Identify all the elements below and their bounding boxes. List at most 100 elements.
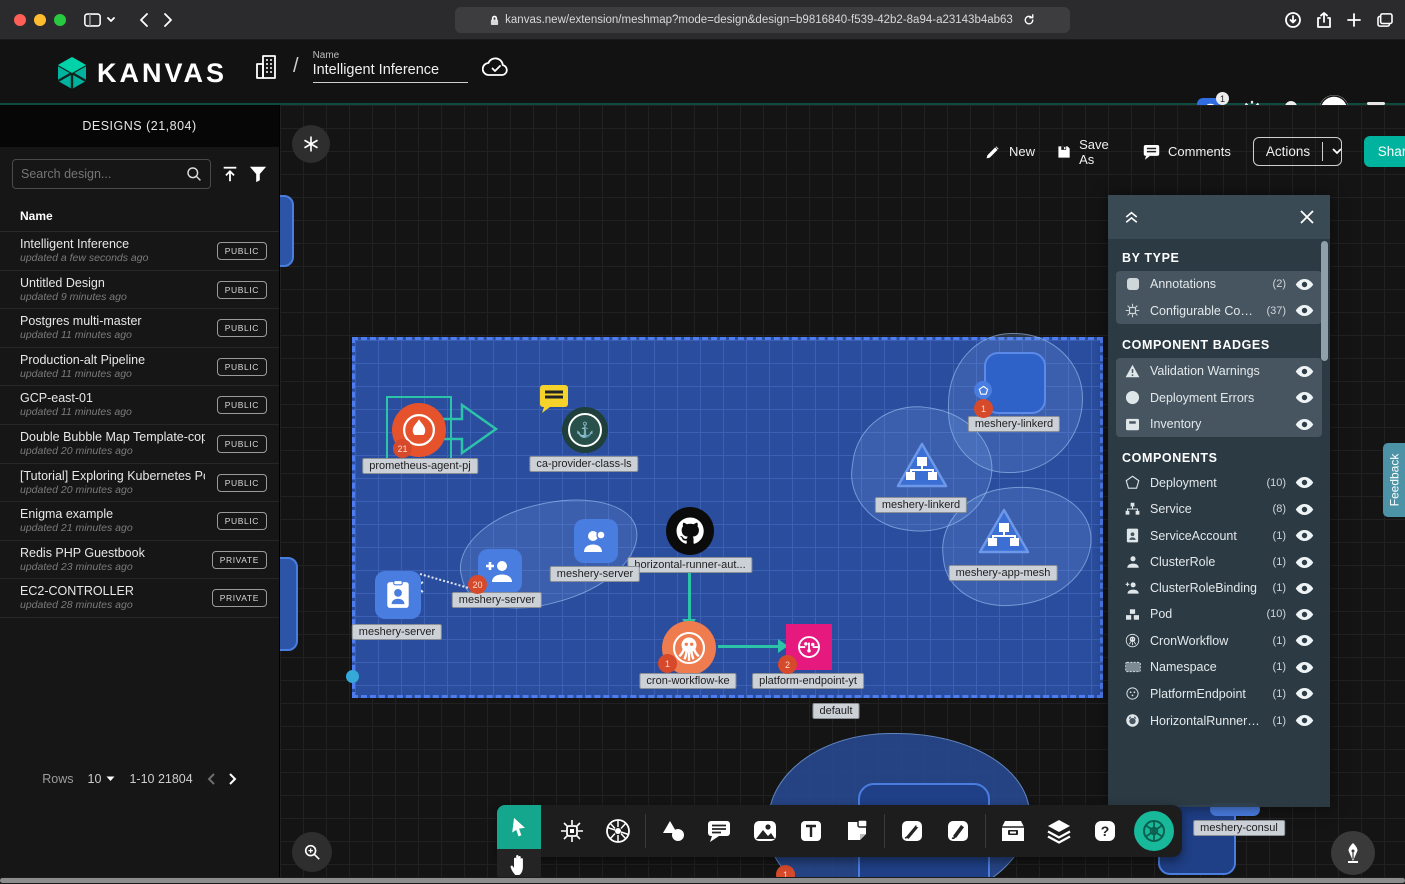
service-node[interactable] <box>977 507 1031 555</box>
design-list-item[interactable]: Production-alt Pipeline updated 11 minut… <box>0 348 279 387</box>
zoom-window-button[interactable] <box>54 14 66 26</box>
visibility-eye-icon[interactable] <box>1295 304 1314 317</box>
actions-dropdown[interactable]: Actions <box>1253 137 1342 166</box>
component-row-horizontalrunner[interactable]: HorizontalRunnerAutos (1) <box>1116 707 1322 734</box>
drawer-tool[interactable] <box>990 805 1036 857</box>
comment-annotation[interactable] <box>538 383 570 413</box>
minimize-window-button[interactable] <box>34 14 46 26</box>
selection-handle[interactable] <box>346 670 359 683</box>
snowflake-button[interactable] <box>292 125 330 163</box>
feedback-tab[interactable]: Feedback <box>1383 443 1405 517</box>
clusterrole-node[interactable] <box>574 519 618 563</box>
prev-page-button[interactable] <box>207 773 215 785</box>
visibility-eye-icon[interactable] <box>1295 634 1314 647</box>
note-tool[interactable] <box>834 805 880 857</box>
text-tool[interactable] <box>788 805 834 857</box>
visibility-eye-icon[interactable] <box>1295 582 1314 595</box>
kanvas-logo[interactable]: KANVAS <box>55 55 227 91</box>
image-tool[interactable] <box>742 805 788 857</box>
visibility-eye-icon[interactable] <box>1295 529 1314 542</box>
next-page-button[interactable] <box>229 773 237 785</box>
shapes-tool[interactable] <box>650 805 696 857</box>
collapse-icon[interactable] <box>1124 210 1139 224</box>
share-page-icon[interactable] <box>1317 12 1331 28</box>
visibility-eye-icon[interactable] <box>1295 503 1314 516</box>
layers-tool[interactable] <box>1036 805 1082 857</box>
visibility-eye-icon[interactable] <box>1295 278 1314 291</box>
badge-row-errors[interactable]: Deployment Errors <box>1116 384 1322 411</box>
design-list-item[interactable]: Untitled Design updated 9 minutes ago PU… <box>0 271 279 310</box>
component-row-clusterrole[interactable]: ClusterRole (1) <box>1116 549 1322 575</box>
url-bar[interactable]: kanvas.new/extension/meshmap?mode=design… <box>455 7 1070 33</box>
component-row-deployment[interactable]: Deployment (10) <box>1116 469 1322 496</box>
github-runner-node[interactable] <box>666 507 714 555</box>
select-tool[interactable] <box>497 805 541 849</box>
save-as-button[interactable]: Save As <box>1057 137 1121 167</box>
service-node[interactable] <box>895 441 949 489</box>
badge-row-validation[interactable]: Validation Warnings <box>1116 358 1322 384</box>
visibility-eye-icon[interactable] <box>1295 556 1314 569</box>
ca-provider-node[interactable]: ⚓ <box>562 407 608 453</box>
component-row-cronworkflow[interactable]: CronWorkflow (1) <box>1116 627 1322 654</box>
reload-icon[interactable] <box>1023 14 1035 26</box>
search-icon[interactable] <box>186 166 202 182</box>
whiteboard-pen-button[interactable] <box>1331 831 1375 875</box>
visibility-eye-icon[interactable] <box>1295 391 1314 404</box>
visibility-eye-icon[interactable] <box>1295 418 1314 431</box>
zoom-button[interactable] <box>292 832 332 872</box>
type-row-annotations[interactable]: Annotations (2) <box>1116 271 1322 297</box>
back-button[interactable] <box>139 13 148 27</box>
panel-scrollbar[interactable] <box>1321 241 1328 361</box>
visibility-eye-icon[interactable] <box>1295 608 1314 621</box>
new-button[interactable]: New <box>985 144 1035 160</box>
design-list-item[interactable]: Intelligent Inference updated a few seco… <box>0 232 279 271</box>
design-name-input[interactable] <box>313 62 468 83</box>
component-row-clusterrolebinding[interactable]: ClusterRoleBinding (1) <box>1116 575 1322 601</box>
design-list-item[interactable]: GCP-east-01 updated 11 minutes ago PUBLI… <box>0 386 279 425</box>
draw-tool[interactable] <box>889 805 935 857</box>
comment-tool[interactable] <box>696 805 742 857</box>
sketch-tool[interactable] <box>935 805 981 857</box>
design-list-item[interactable]: [Tutorial] Exploring Kubernetes Pod upda… <box>0 464 279 503</box>
serviceaccount-node[interactable] <box>375 571 421 619</box>
tab-overview-icon[interactable] <box>1377 13 1393 27</box>
new-tab-icon[interactable] <box>1347 13 1361 27</box>
close-icon[interactable] <box>1300 210 1314 224</box>
search-design-field[interactable] <box>12 159 211 189</box>
design-list-item[interactable]: Double Bubble Map Template-copy updated … <box>0 425 279 464</box>
close-window-button[interactable] <box>14 14 26 26</box>
design-list-item[interactable]: EC2-CONTROLLER updated 28 minutes ago PR… <box>0 579 279 618</box>
kubernetes-tool[interactable] <box>595 805 641 857</box>
component-row-service[interactable]: Service (8) <box>1116 496 1322 522</box>
help-tool[interactable]: ? <box>1082 805 1128 857</box>
comments-button[interactable]: Comments <box>1143 144 1231 160</box>
component-row-namespace[interactable]: Namespace (1) <box>1116 654 1322 680</box>
search-input[interactable] <box>21 167 186 181</box>
design-list-item[interactable]: Redis PHP Guestbook updated 23 minutes a… <box>0 541 279 580</box>
deployment-node[interactable] <box>984 352 1046 414</box>
type-row-configurable[interactable]: Configurable Compon (37) <box>1116 297 1322 324</box>
import-icon[interactable] <box>221 165 239 183</box>
configurable-component-tool[interactable] <box>549 805 595 857</box>
filter-icon[interactable] <box>249 165 267 183</box>
visibility-eye-icon[interactable] <box>1295 661 1314 674</box>
visibility-eye-icon[interactable] <box>1295 476 1314 489</box>
visibility-eye-icon[interactable] <box>1295 714 1314 727</box>
design-list-item[interactable]: Enigma example updated 21 minutes ago PU… <box>0 502 279 541</box>
chevron-down-icon[interactable] <box>1322 142 1342 161</box>
downloads-icon[interactable] <box>1285 12 1301 28</box>
meshery-button[interactable] <box>1134 811 1174 851</box>
badge-row-inventory[interactable]: Inventory <box>1116 411 1322 437</box>
share-button[interactable]: Share <box>1364 136 1405 167</box>
forward-button[interactable] <box>164 13 173 27</box>
visibility-eye-icon[interactable] <box>1295 365 1314 378</box>
component-row-platformendpoint[interactable]: PlatformEndpoint (1) <box>1116 680 1322 707</box>
component-row-pod[interactable]: Pod (10) <box>1116 601 1322 627</box>
organization-icon[interactable] <box>255 54 279 80</box>
component-row-serviceaccount[interactable]: ServiceAccount (1) <box>1116 522 1322 549</box>
rows-per-page-select[interactable]: 10 <box>88 772 116 786</box>
chevron-down-icon[interactable] <box>107 17 115 23</box>
horizontal-scrollbar[interactable] <box>0 877 1405 884</box>
design-list-item[interactable]: Postgres multi-master updated 11 minutes… <box>0 309 279 348</box>
visibility-eye-icon[interactable] <box>1295 687 1314 700</box>
